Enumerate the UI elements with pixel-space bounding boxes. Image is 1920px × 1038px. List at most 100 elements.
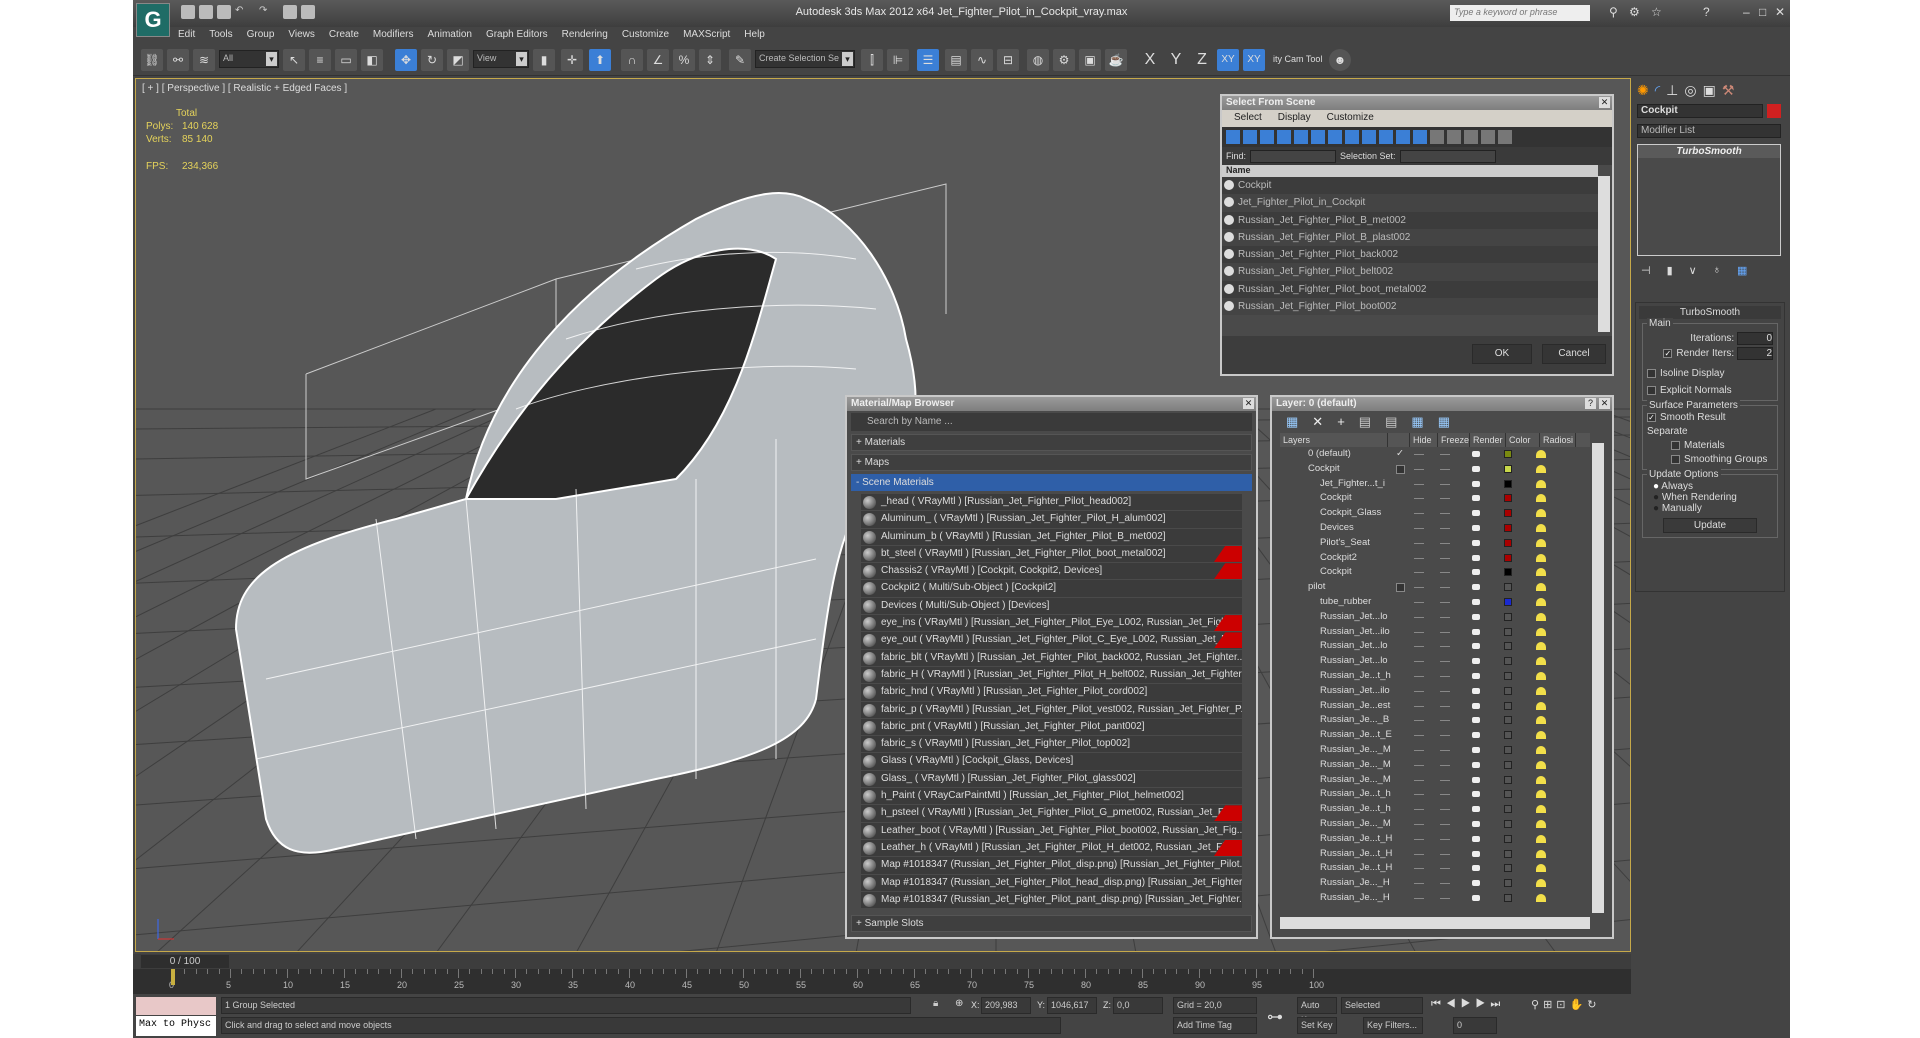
radiosity-icon[interactable] <box>1536 494 1546 503</box>
column-header[interactable]: Render <box>1470 433 1506 447</box>
close-icon[interactable]: ✕ <box>1775 5 1789 19</box>
material-item[interactable]: Aluminum_ ( VRayMtl ) [Russian_Jet_Fight… <box>861 511 1242 529</box>
layer-color-swatch[interactable] <box>1504 731 1512 740</box>
freeze-toggle[interactable] <box>1440 542 1450 544</box>
radiosity-icon[interactable] <box>1536 849 1546 858</box>
material-item[interactable]: fabric_s ( VRayMtl ) [Russian_Jet_Fighte… <box>861 736 1242 754</box>
update-button[interactable]: Update <box>1663 518 1757 533</box>
render-toggle-icon[interactable] <box>1472 776 1480 783</box>
layer-row[interactable]: Cockpit_Glass <box>1280 506 1590 521</box>
minimize-icon[interactable]: – <box>1743 5 1757 19</box>
mirror-icon[interactable]: ⫿ <box>861 49 883 71</box>
layer-row[interactable]: Russian_Je...est <box>1280 699 1590 714</box>
material-item[interactable]: h_psteel ( VRayMtl ) [Russian_Jet_Fighte… <box>861 805 1242 823</box>
hide-toggle[interactable] <box>1414 690 1424 692</box>
render-toggle-icon[interactable] <box>1472 806 1480 813</box>
freeze-toggle[interactable] <box>1440 868 1450 870</box>
layer-row[interactable]: Russian_Jet...ilo <box>1280 684 1590 699</box>
layer-color-swatch[interactable] <box>1504 657 1512 666</box>
material-item[interactable]: fabric_pnt ( VRayMtl ) [Russian_Jet_Figh… <box>861 718 1242 737</box>
menu-graph-editors[interactable]: Graph Editors <box>486 27 548 43</box>
render-toggle-icon[interactable] <box>1472 569 1480 576</box>
cam-tool-icon[interactable]: ☻ <box>1329 49 1351 71</box>
radiosity-icon[interactable] <box>1536 509 1546 518</box>
render-toggle-icon[interactable] <box>1472 598 1480 605</box>
maximize-icon[interactable]: □ <box>1759 5 1773 19</box>
lock-icon[interactable]: 🔒︎ <box>933 998 938 1009</box>
display-filter-icon[interactable] <box>1311 130 1325 144</box>
hide-toggle[interactable] <box>1414 587 1424 589</box>
freeze-toggle[interactable] <box>1440 823 1450 825</box>
hide-toggle[interactable] <box>1414 631 1424 633</box>
layer-current-toggle[interactable] <box>1396 583 1405 593</box>
help-icon[interactable]: ? <box>1585 398 1596 409</box>
layer-row[interactable]: Russian_Je...t_h <box>1280 802 1590 817</box>
render-toggle-icon[interactable] <box>1472 850 1480 857</box>
search-by-name-input[interactable]: Search by Name ... <box>851 413 1252 431</box>
render-setup-icon[interactable]: ⚙ <box>1053 49 1075 71</box>
display-filter-icon[interactable] <box>1396 130 1410 144</box>
render-toggle-icon[interactable] <box>1472 584 1480 591</box>
graphite-icon[interactable]: ▤ <box>945 49 967 71</box>
add-to-layer-icon[interactable]: + <box>1337 414 1345 430</box>
hide-toggle[interactable] <box>1414 720 1424 722</box>
layer-color-swatch[interactable] <box>1504 775 1512 784</box>
material-item[interactable]: Leather_boot ( VRayMtl ) [Russian_Jet_Fi… <box>861 822 1242 840</box>
iterations-spinner[interactable]: 0 <box>1737 332 1773 345</box>
layer-row[interactable]: Russian_Jet...lo <box>1280 654 1590 669</box>
render-toggle-icon[interactable] <box>1472 524 1480 531</box>
hide-toggle[interactable] <box>1414 527 1424 529</box>
motion-tab-icon[interactable]: ◎ <box>1684 82 1696 99</box>
x-coordinate-field[interactable]: 209,983 <box>981 997 1031 1014</box>
freeze-toggle[interactable] <box>1440 483 1450 485</box>
axis-y-button[interactable]: Y <box>1165 49 1187 71</box>
rotate-icon[interactable]: ↻ <box>421 49 443 71</box>
hide-toggle[interactable] <box>1414 513 1424 515</box>
radiosity-icon[interactable] <box>1536 805 1546 814</box>
display-filter-icon[interactable] <box>1294 130 1308 144</box>
list-item[interactable]: Russian_Jet_Fighter_Pilot_back002 <box>1222 246 1598 264</box>
layer-row[interactable]: Russian_Je..._H <box>1280 876 1590 891</box>
move-icon[interactable]: ✥ <box>395 49 417 71</box>
radiosity-icon[interactable] <box>1536 819 1546 828</box>
render-toggle-icon[interactable] <box>1472 554 1480 561</box>
display-tab-icon[interactable]: ▣ <box>1703 82 1716 99</box>
radiosity-icon[interactable] <box>1536 864 1546 873</box>
favorites-icon[interactable]: ☆ <box>1651 5 1665 19</box>
layer-color-swatch[interactable] <box>1504 509 1512 518</box>
explicit-normals-checkbox[interactable] <box>1647 385 1656 395</box>
maxscript-input[interactable]: Max to Physc <box>136 1016 216 1036</box>
utilities-tab-icon[interactable]: ⚒ <box>1722 82 1735 99</box>
hide-toggle[interactable] <box>1414 735 1424 737</box>
layer-row[interactable]: Pilot's_Seat <box>1280 536 1590 551</box>
layer-color-swatch[interactable] <box>1504 494 1512 503</box>
scale-icon[interactable]: ◩ <box>447 49 469 71</box>
material-item[interactable]: Map #1018347 (Russian_Jet_Fighter_Pilot_… <box>861 874 1242 892</box>
render-toggle-icon[interactable] <box>1472 761 1480 768</box>
current-frame-field[interactable]: 0 <box>1453 1017 1497 1034</box>
layer-row[interactable]: Russian_Je..._M <box>1280 773 1590 788</box>
material-item[interactable]: fabric_hnd ( VRayMtl ) [Russian_Jet_Figh… <box>861 684 1242 702</box>
render-toggle-icon[interactable] <box>1472 791 1480 798</box>
hide-toggle[interactable] <box>1414 572 1424 574</box>
layer-color-swatch[interactable] <box>1504 523 1512 532</box>
layer-color-swatch[interactable] <box>1504 612 1512 621</box>
pivot-icon[interactable]: ▮ <box>533 49 555 71</box>
app-logo[interactable]: G <box>136 3 170 37</box>
cam-tool-label[interactable]: ity Cam Tool <box>1273 54 1322 64</box>
layer-row[interactable]: Russian_Jet...ilo <box>1280 625 1590 640</box>
layer-row[interactable]: pilot <box>1280 580 1590 595</box>
layer-color-swatch[interactable] <box>1504 760 1512 769</box>
freeze-toggle[interactable] <box>1440 838 1450 840</box>
display-filter-icon[interactable] <box>1413 130 1427 144</box>
render-toggle-icon[interactable] <box>1472 495 1480 502</box>
material-item[interactable]: Aluminum_b ( VRayMtl ) [Russian_Jet_Figh… <box>861 528 1242 546</box>
axis-xy-cycle-button[interactable]: XY <box>1243 49 1265 71</box>
edit-named-sets-icon[interactable]: ✎ <box>729 49 751 71</box>
freeze-toggle[interactable] <box>1440 513 1450 515</box>
hide-all-icon[interactable]: ▦ <box>1411 414 1423 430</box>
scene-materials-section[interactable]: - Scene Materials <box>851 474 1252 491</box>
menu-animation[interactable]: Animation <box>427 27 471 43</box>
help-icon[interactable]: ? <box>1703 5 1717 19</box>
make-unique-icon[interactable]: ∨ <box>1689 264 1697 277</box>
